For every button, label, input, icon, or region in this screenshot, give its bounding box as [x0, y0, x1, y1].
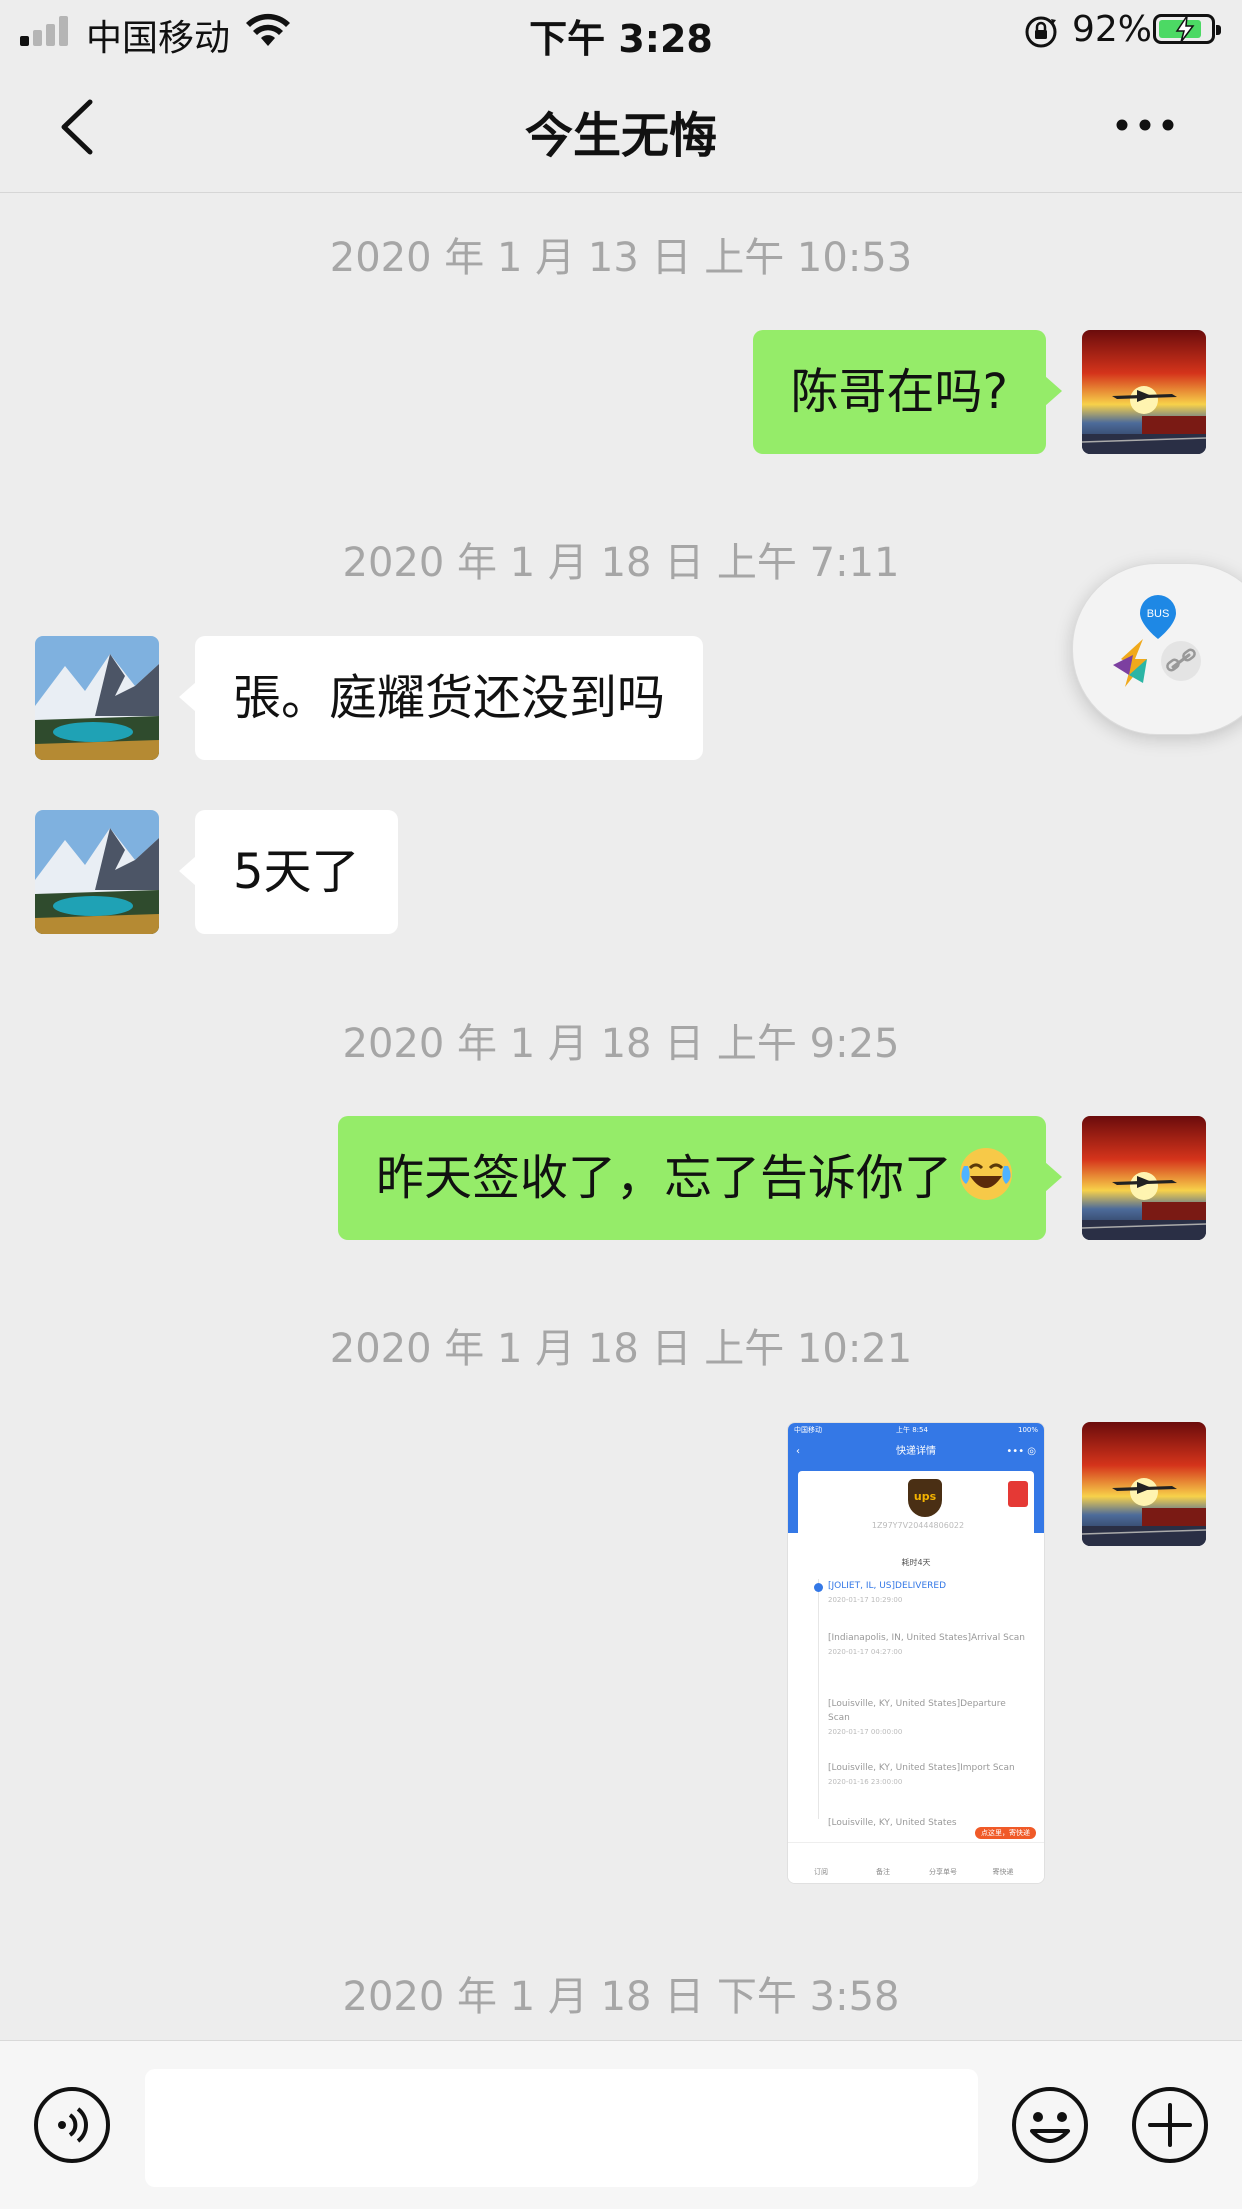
more-features-button[interactable] — [1130, 2085, 1210, 2165]
my-avatar[interactable] — [1082, 1422, 1206, 1546]
received-message-bubble[interactable]: 張。庭耀货还没到吗 — [178, 636, 704, 760]
sent-message-bubble[interactable]: 昨天签收了，忘了告诉你了 — [337, 1116, 1063, 1240]
mini-tracking-card: ups 1Z97Y7V20444806022 耗时4天 [JOLIET, IL,… — [798, 1471, 1034, 1831]
contact-avatar[interactable] — [35, 810, 159, 934]
chat-input-bar — [0, 2040, 1242, 2209]
colorful-logo-icon — [1113, 639, 1147, 687]
message-text: 昨天签收了，忘了告诉你了 — [375, 1150, 952, 1206]
battery-icon — [1153, 14, 1221, 44]
mini-tabbar: 订阅 备注 分享单号 寄快递 — [788, 1842, 1044, 1883]
voice-icon — [34, 2087, 110, 2163]
sunset-train-image — [1082, 330, 1206, 454]
message-timestamp: 2020 年 1 月 18 日 上午 10:21 — [329, 1326, 913, 1372]
emoji-button[interactable] — [1010, 2085, 1090, 2165]
sent-message-bubble[interactable]: 陈哥在吗? — [752, 330, 1063, 454]
mountain-lake-image — [35, 636, 159, 760]
mini-badge-icon — [1008, 1481, 1028, 1507]
sunset-train-image — [1082, 1422, 1206, 1546]
floating-widget[interactable]: BUS — [1072, 563, 1242, 735]
message-timestamp: 2020 年 1 月 18 日 下午 3:58 — [342, 1974, 900, 2020]
voice-button[interactable] — [32, 2085, 112, 2165]
message-timestamp: 2020 年 1 月 18 日 上午 9:25 — [342, 1021, 900, 1067]
mini-header: ‹ 快递详情 ••• ◎ — [788, 1437, 1044, 1473]
bus-location-icon: BUS — [1140, 595, 1176, 639]
more-button[interactable] — [1110, 110, 1180, 140]
sunset-train-image — [1082, 1116, 1206, 1240]
chat-title: 今生无悔 — [524, 108, 717, 164]
message-input[interactable] — [145, 2069, 978, 2187]
message-timestamp: 2020 年 1 月 18 日 上午 7:11 — [342, 540, 900, 586]
mountain-lake-image — [35, 810, 159, 934]
floating-widget-icons: BUS — [1113, 595, 1201, 687]
my-avatar[interactable] — [1082, 1116, 1206, 1240]
mini-status-bar: 中国移动 上午 8:54 100% — [788, 1423, 1044, 1437]
image-message[interactable]: 中国移动 上午 8:54 100% ‹ 快递详情 ••• ◎ ups 1Z97Y… — [787, 1422, 1045, 1884]
battery-percent: 92% — [1072, 9, 1153, 50]
chat-header: 今生无悔 — [0, 62, 1242, 193]
laughing-crying-emoji — [960, 1148, 1012, 1200]
smiley-icon — [1012, 2087, 1088, 2163]
status-bar: 中国移动 下午 3:28 92% — [0, 0, 1242, 62]
message-timestamp: 2020 年 1 月 13 日 上午 10:53 — [329, 235, 913, 281]
rotation-lock-icon — [1023, 14, 1059, 54]
contact-avatar[interactable] — [35, 636, 159, 760]
ups-logo: ups — [908, 1479, 942, 1517]
my-avatar[interactable] — [1082, 330, 1206, 454]
plus-icon — [1132, 2087, 1208, 2163]
received-message-bubble[interactable]: 5天了 — [179, 810, 398, 934]
ellipsis-icon — [1116, 119, 1174, 131]
link-icon — [1161, 641, 1201, 681]
bus-label: BUS — [1147, 608, 1170, 620]
